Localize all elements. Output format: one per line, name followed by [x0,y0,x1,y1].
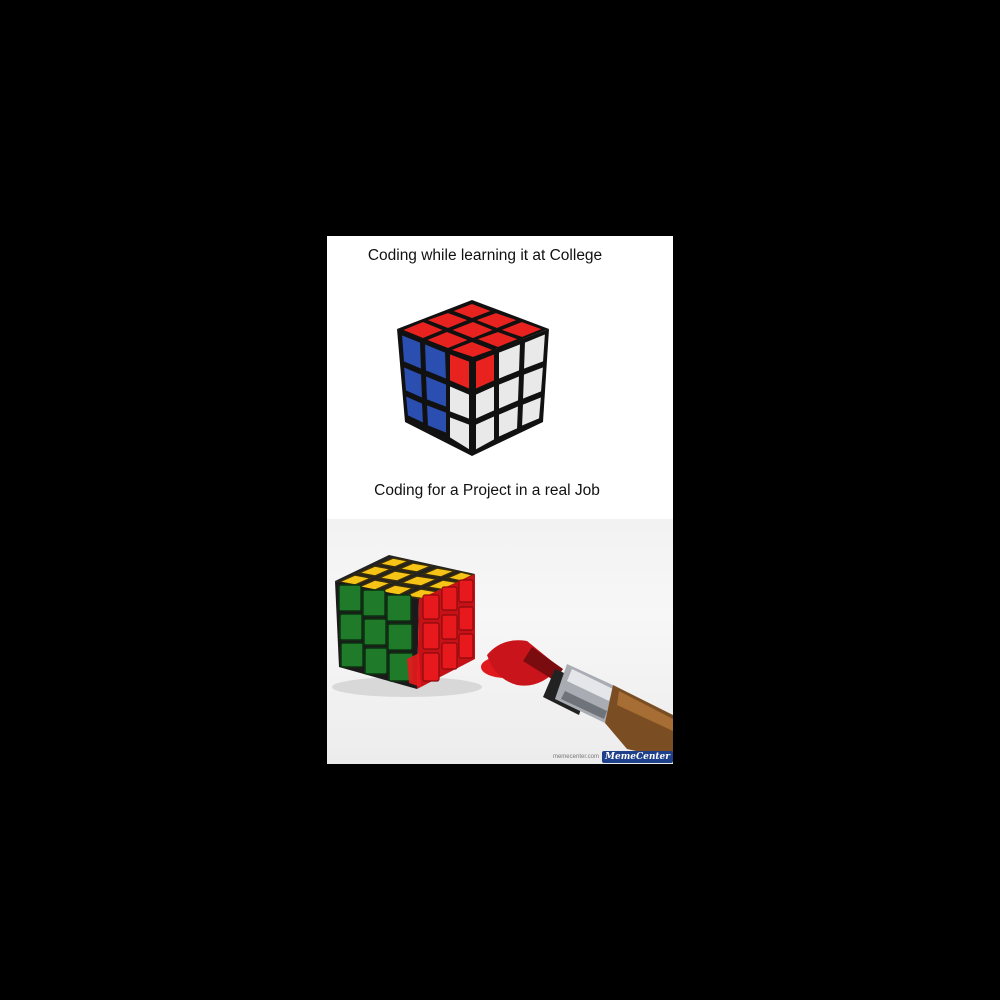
caption-top: Coding while learning it at College [367,247,603,264]
caption-bottom: Coding for a Project in a real Job [374,482,600,499]
solved-rubiks-cube [397,300,549,456]
watermark-url: memecenter.com [552,754,599,760]
painted-rubiks-cube-photo [327,519,673,764]
meme-image: Coding while learning it at College Codi… [327,236,673,764]
memecenter-logo: MemeCenter [602,751,673,763]
watermark: memecenter.com MemeCenter [553,750,673,764]
